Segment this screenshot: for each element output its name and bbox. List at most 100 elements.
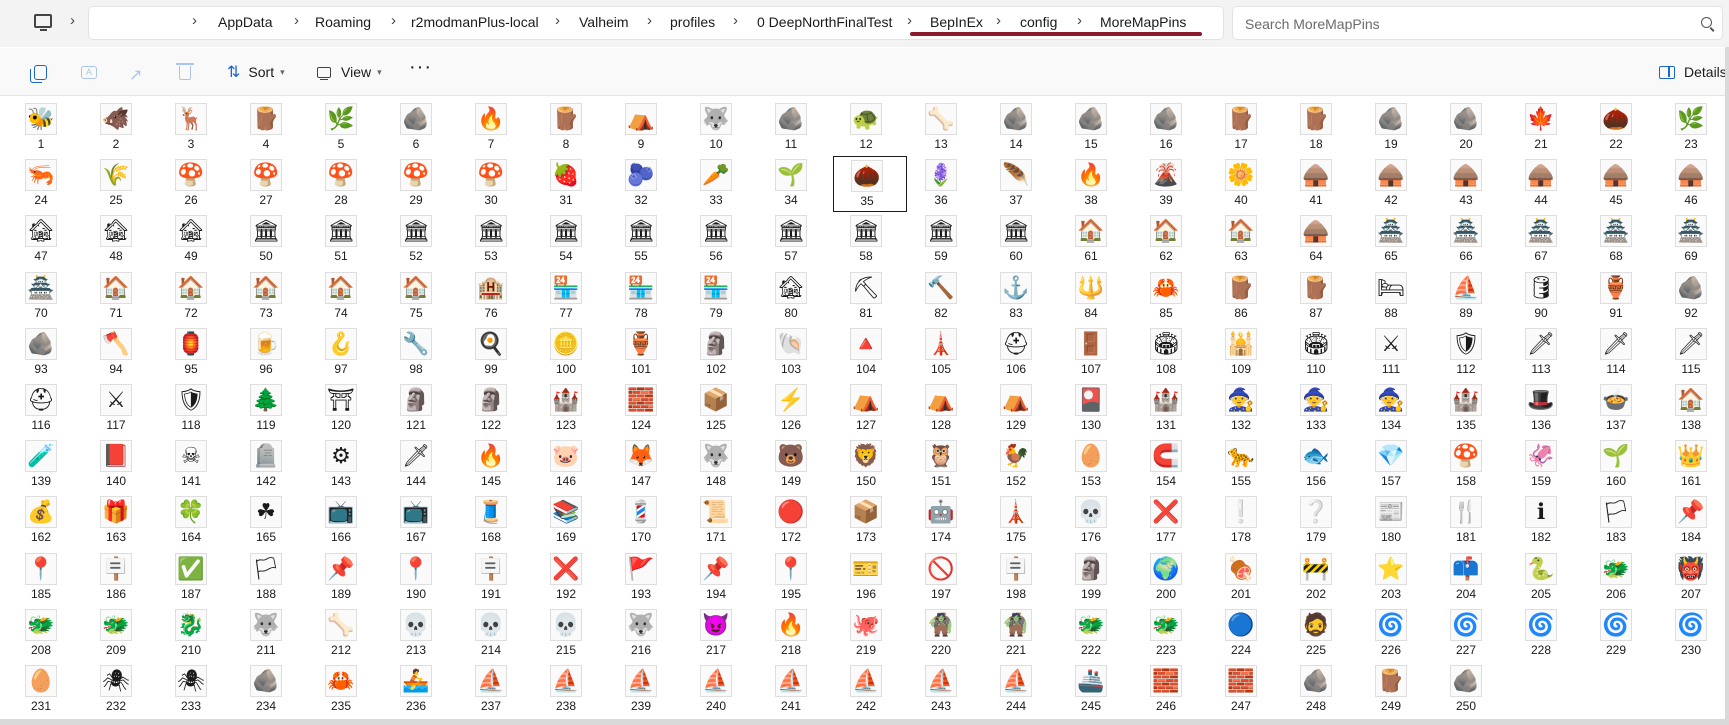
file-item[interactable]: 🎴 130 bbox=[1058, 381, 1132, 437]
file-item[interactable]: 💀 213 bbox=[383, 606, 457, 662]
file-item[interactable]: 📍 195 bbox=[758, 550, 832, 606]
file-item[interactable]: 🌰 35 bbox=[833, 156, 907, 213]
share-button[interactable]: ↗ bbox=[128, 59, 146, 85]
file-item[interactable]: 🪨 250 bbox=[1433, 662, 1507, 718]
file-item[interactable]: 🏳 188 bbox=[233, 550, 307, 606]
file-item[interactable]: 🦴 13 bbox=[908, 100, 982, 156]
file-item[interactable]: 👹 207 bbox=[1658, 550, 1729, 606]
file-item[interactable]: 🗿 122 bbox=[458, 381, 532, 437]
file-item[interactable]: 🏠 74 bbox=[308, 269, 382, 325]
file-item[interactable]: ⛺ 129 bbox=[983, 381, 1057, 437]
file-item[interactable]: 🛖 64 bbox=[1283, 212, 1357, 268]
file-item[interactable]: 🏰 135 bbox=[1433, 381, 1507, 437]
file-item[interactable]: 🧵 168 bbox=[458, 493, 532, 549]
file-item[interactable]: 🍺 96 bbox=[233, 325, 307, 381]
file-item[interactable]: 🛖 41 bbox=[1283, 156, 1357, 212]
breadcrumb-profiles[interactable]: profiles bbox=[670, 14, 715, 30]
file-item[interactable]: 📌 189 bbox=[308, 550, 382, 606]
file-item[interactable]: 🏛 55 bbox=[608, 212, 682, 268]
file-item[interactable]: 🏚 48 bbox=[83, 212, 157, 268]
file-item[interactable]: ⛵ 239 bbox=[608, 662, 682, 718]
file-item[interactable]: 🌀 226 bbox=[1358, 606, 1432, 662]
file-item[interactable]: 🗼 175 bbox=[983, 493, 1057, 549]
file-item[interactable]: 🛖 44 bbox=[1508, 156, 1582, 212]
file-item[interactable]: 😈 217 bbox=[683, 606, 757, 662]
file-item[interactable]: 🧱 246 bbox=[1133, 662, 1207, 718]
file-item[interactable]: 🌿 5 bbox=[308, 100, 382, 156]
file-item[interactable]: 🦀 85 bbox=[1133, 269, 1207, 325]
file-item[interactable]: 🛖 42 bbox=[1358, 156, 1432, 212]
file-item[interactable]: 🔱 84 bbox=[1058, 269, 1132, 325]
file-item[interactable]: 🧔 225 bbox=[1283, 606, 1357, 662]
file-item[interactable]: ⛵ 89 bbox=[1433, 269, 1507, 325]
file-item[interactable]: 🪝 97 bbox=[308, 325, 382, 381]
file-item[interactable]: 🗿 121 bbox=[383, 381, 457, 437]
file-item[interactable]: 🪨 15 bbox=[1058, 100, 1132, 156]
file-item[interactable]: 🪨 248 bbox=[1283, 662, 1357, 718]
file-item[interactable]: 💀 176 bbox=[1058, 493, 1132, 549]
file-item[interactable]: 📍 190 bbox=[383, 550, 457, 606]
file-item[interactable]: 🗡 113 bbox=[1508, 325, 1582, 381]
copy-button[interactable] bbox=[30, 59, 49, 85]
file-item[interactable]: 🦐 24 bbox=[8, 156, 82, 212]
file-item[interactable]: 🪵 249 bbox=[1358, 662, 1432, 718]
file-item[interactable]: 🏚 47 bbox=[8, 212, 82, 268]
file-item[interactable]: 🌼 40 bbox=[1208, 156, 1282, 212]
file-item[interactable]: 🪻 36 bbox=[908, 156, 982, 212]
file-item[interactable]: 🏺 91 bbox=[1583, 269, 1657, 325]
rename-button[interactable]: A bbox=[80, 59, 98, 85]
file-item[interactable]: 🧌 221 bbox=[983, 606, 1057, 662]
file-item[interactable]: 🧪 139 bbox=[8, 437, 82, 493]
file-item[interactable]: 🐲 222 bbox=[1058, 606, 1132, 662]
file-item[interactable]: 💎 157 bbox=[1358, 437, 1432, 493]
file-item[interactable]: 🪧 186 bbox=[83, 550, 157, 606]
file-item[interactable]: 🏮 95 bbox=[158, 325, 232, 381]
file-item[interactable]: 🍖 201 bbox=[1208, 550, 1282, 606]
file-item[interactable]: 🎫 196 bbox=[833, 550, 907, 606]
file-item[interactable]: 🔴 172 bbox=[758, 493, 832, 549]
file-item[interactable]: 🪨 92 bbox=[1658, 269, 1729, 325]
file-item[interactable]: ⛑ 116 bbox=[8, 381, 82, 437]
file-item[interactable]: 🔥 7 bbox=[458, 100, 532, 156]
file-item[interactable]: 🏛 59 bbox=[908, 212, 982, 268]
file-item[interactable]: 🐟 156 bbox=[1283, 437, 1357, 493]
file-item[interactable]: 💀 214 bbox=[458, 606, 532, 662]
chevron-right-icon[interactable]: › bbox=[555, 12, 560, 29]
file-item[interactable]: 🏠 63 bbox=[1208, 212, 1282, 268]
file-item[interactable]: 🏰 131 bbox=[1133, 381, 1207, 437]
file-item[interactable]: 🍀 164 bbox=[158, 493, 232, 549]
file-item[interactable]: 🦉 151 bbox=[908, 437, 982, 493]
file-item[interactable]: 🪵 8 bbox=[533, 100, 607, 156]
file-item[interactable]: 🧌 220 bbox=[908, 606, 982, 662]
file-item[interactable]: 📰 180 bbox=[1358, 493, 1432, 549]
file-item[interactable]: 🏪 79 bbox=[683, 269, 757, 325]
file-item[interactable]: ⛑ 106 bbox=[983, 325, 1057, 381]
file-item[interactable]: 🪨 20 bbox=[1433, 100, 1507, 156]
file-item[interactable]: ❔ 179 bbox=[1283, 493, 1357, 549]
file-item[interactable]: 🪵 18 bbox=[1283, 100, 1357, 156]
file-item[interactable]: 📫 204 bbox=[1433, 550, 1507, 606]
file-item[interactable]: 🪨 93 bbox=[8, 325, 82, 381]
file-item[interactable]: 🌀 229 bbox=[1583, 606, 1657, 662]
file-item[interactable]: 🔨 82 bbox=[908, 269, 982, 325]
file-item[interactable]: 🐉 210 bbox=[158, 606, 232, 662]
file-item[interactable]: 🍄 26 bbox=[158, 156, 232, 212]
file-item[interactable]: 🏠 72 bbox=[158, 269, 232, 325]
file-item[interactable]: 🐺 216 bbox=[608, 606, 682, 662]
file-item[interactable]: 🕷 233 bbox=[158, 662, 232, 718]
file-item[interactable]: ⛺ 9 bbox=[608, 100, 682, 156]
file-item[interactable]: 🧱 247 bbox=[1208, 662, 1282, 718]
breadcrumb-0-deepnorthfinaltest[interactable]: 0 DeepNorthFinalTest bbox=[757, 14, 892, 30]
file-item[interactable]: 💈 170 bbox=[608, 493, 682, 549]
file-item[interactable]: 🦴 212 bbox=[308, 606, 382, 662]
breadcrumb-r2modmanplus-local[interactable]: r2modmanPlus-local bbox=[411, 14, 539, 30]
file-item[interactable]: 🪨 6 bbox=[383, 100, 457, 156]
file-item[interactable]: 🏛 56 bbox=[683, 212, 757, 268]
file-item[interactable]: 🪵 17 bbox=[1208, 100, 1282, 156]
file-item[interactable]: 🏛 51 bbox=[308, 212, 382, 268]
file-item[interactable]: ⛵ 243 bbox=[908, 662, 982, 718]
file-item[interactable]: 🔥 38 bbox=[1058, 156, 1132, 212]
file-item[interactable]: 🐙 219 bbox=[833, 606, 907, 662]
file-item[interactable]: 🏠 73 bbox=[233, 269, 307, 325]
file-item[interactable]: 👑 161 bbox=[1658, 437, 1729, 493]
